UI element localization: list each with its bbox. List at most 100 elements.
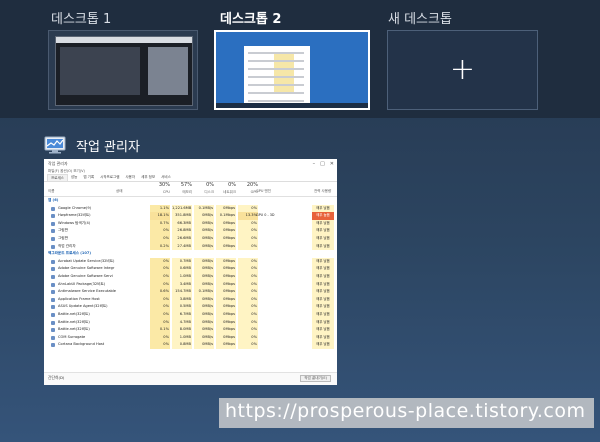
col-gpu-engine[interactable]: GPU 엔진	[256, 189, 271, 194]
cell-mem: 26.8MB	[172, 227, 192, 235]
tm-footer: 간단히(D) 작업 끝내기(E)	[44, 372, 337, 385]
tab-users[interactable]: 사용자	[122, 174, 138, 181]
col-network[interactable]: 0% 네트워크	[216, 182, 236, 195]
tab-services[interactable]: 서비스	[158, 174, 174, 181]
app-icon	[51, 320, 55, 325]
app-title: 작업 관리자	[76, 139, 140, 155]
cell-power: 매우 낮음	[312, 234, 334, 243]
process-name: Cortana Background Host	[58, 342, 105, 347]
process-group-header[interactable]: 앱 (6)	[44, 197, 337, 205]
cell-power: 매우 낮음	[312, 204, 334, 213]
cell-disk: 0MB/s	[194, 257, 214, 266]
cell-gpu: 0%	[238, 227, 258, 235]
tab-details[interactable]: 세부 정보	[138, 174, 158, 181]
table-row[interactable]: Cortana Background Host 0% 0.8MB 0MB/s 0Mbps…	[44, 341, 337, 349]
col-cpu[interactable]: 30% CPU	[150, 182, 170, 195]
table-row[interactable]: ASUS Update Agent(32비트) 0% 0.5MB 0MB/s 0Mbps…	[44, 303, 337, 311]
maximize-icon[interactable]: □	[320, 160, 325, 169]
plus-icon: +	[449, 52, 476, 87]
table-row[interactable]: 그림판 0% 26.8MB 0MB/s 0Mbps 0% 매우 낮음	[44, 227, 337, 235]
minimize-icon[interactable]: –	[313, 160, 316, 169]
table-row[interactable]: Windows 탐색기(4) 0.7% 66.3MB 0MB/s 0Mbps 0% 매우 낮…	[44, 219, 337, 228]
table-row[interactable]: Application Frame Host 0% 3.8MB 0MB/s 0Mbps 0…	[44, 295, 337, 304]
table-row[interactable]: Adobe Genuine Software Servi 0% 1.0MB 0MB/s…	[44, 272, 337, 281]
tab-processes[interactable]: 프로세스	[47, 174, 68, 181]
cell-gpu: 0%	[238, 341, 258, 349]
cell-power: 매우 낮음	[312, 227, 334, 235]
close-icon[interactable]: ✕	[330, 160, 334, 169]
cell-power: 매우 높음	[312, 212, 334, 220]
app-icon	[51, 259, 55, 264]
cell-cpu: 0.6%	[150, 288, 170, 296]
process-group-header[interactable]: 백그라운드 프로세스 (107)	[44, 250, 337, 258]
cell-disk: 0MB/s	[194, 318, 214, 327]
table-row[interactable]: 그림판 0% 26.6MB 0MB/s 0Mbps 0% 매우 낮음	[44, 234, 337, 243]
app-icon	[51, 343, 55, 348]
table-row[interactable]: COM Surrogate 0% 1.0MB 0MB/s 0Mbps 0% 매우 낮음	[44, 333, 337, 342]
app-icon	[51, 236, 55, 241]
tab-performance[interactable]: 성능	[68, 174, 80, 181]
cell-disk: 0MB/s	[194, 234, 214, 243]
cell-gpu: 0%	[238, 272, 258, 281]
cell-power: 매우 낮음	[312, 333, 334, 342]
cell-mem: 0.8MB	[172, 341, 192, 349]
cell-disk: 0.1MB/s	[194, 288, 214, 296]
cell-disk: 0MB/s	[194, 242, 214, 251]
desktop-1-label: 데스크톱 1	[51, 12, 112, 27]
cell-power: 매우 낮음	[312, 242, 334, 251]
process-name: Battle.net(32비트)	[58, 327, 90, 332]
cell-disk: 0MB/s	[194, 265, 214, 273]
process-list: 앱 (6) Google Chrome(9) 1.1% 1,221.6MB 0.1MB/…	[44, 197, 337, 349]
cell-mem: 66.3MB	[172, 219, 192, 228]
watermark-text: https://prosperous-place.tistory.com	[225, 400, 586, 422]
cell-mem: 26.6MB	[172, 234, 192, 243]
col-status[interactable]: 상태	[116, 189, 122, 194]
col-power[interactable]: 전력 사용량	[314, 189, 331, 194]
cell-gpu: 0%	[238, 295, 258, 304]
app-icon	[51, 244, 55, 249]
new-desktop-label: 새 데스크톱	[388, 12, 452, 27]
table-row[interactable]: Battle.net(32비트) 0% 6.7MB 0MB/s 0Mbps 0% 매우 낮음	[44, 310, 337, 319]
process-name: Battle.net(32비트)	[58, 311, 90, 316]
col-memory[interactable]: 57% 메모리	[172, 182, 192, 195]
cell-disk: 0MB/s	[194, 303, 214, 311]
app-icon	[51, 214, 55, 219]
cell-power: 매우 낮음	[312, 265, 334, 273]
table-row[interactable]: Google Chrome(9) 1.1% 1,221.6MB 0.1MB/s 0Mbp…	[44, 204, 337, 213]
table-row[interactable]: Battle.net(32비트) 0.1% 8.0MB 0MB/s 0Mbps 0% 매우 …	[44, 326, 337, 334]
app-icon	[51, 328, 55, 333]
cell-disk: 0MB/s	[194, 227, 214, 235]
table-row[interactable]: Antimalware Service Executable 0.6% 154.7M…	[44, 288, 337, 296]
table-row[interactable]: Adobe Genuine Software Integr 0% 0.6MB 0MB/…	[44, 265, 337, 273]
process-name: AhnLabUI Package(32비트)	[58, 281, 106, 286]
task-manager-window-preview[interactable]: 작업 관리자 – □ ✕ 파일(F) 옵션(O) 보기(V) 프로세스 성능 앱…	[44, 159, 337, 385]
cell-net: 0Mbps	[216, 257, 236, 266]
col-gpu[interactable]: 20% GPU	[238, 182, 258, 195]
col-name[interactable]: 이름	[48, 189, 54, 194]
desktop-2-thumbnail[interactable]	[214, 30, 370, 110]
cell-cpu: 0%	[150, 310, 170, 319]
window-caption: 작업 관리자	[44, 134, 140, 156]
app-icon	[51, 282, 55, 287]
tab-startup[interactable]: 시작프로그램	[97, 174, 122, 181]
table-row[interactable]: Hwpframe(32비트) 18.1% 351.8MB 0MB/s 0.1Mbps 13…	[44, 212, 337, 220]
end-task-button[interactable]: 작업 끝내기(E)	[300, 375, 331, 382]
table-row[interactable]: 작업 관리자 0.2% 27.4MB 0MB/s 0Mbps 0% 매우 낮음	[44, 242, 337, 251]
cell-net: 0Mbps	[216, 341, 236, 349]
table-row[interactable]: AhnLabUI Package(32비트) 0% 3.4MB 0MB/s 0Mbps 0…	[44, 280, 337, 289]
cell-cpu: 0%	[150, 341, 170, 349]
process-name: 작업 관리자	[58, 243, 76, 248]
fewer-details-button[interactable]: 간단히(D)	[48, 375, 64, 381]
tab-app-history[interactable]: 앱 기록	[80, 174, 97, 181]
col-disk[interactable]: 0% 디스크	[194, 182, 214, 195]
table-row[interactable]: Acrobat Update Service(32비트) 0% 0.7MB 0MB/s…	[44, 257, 337, 266]
cell-cpu: 0%	[150, 280, 170, 289]
table-row[interactable]: Battle.net(32비트) 0% 4.7MB 0MB/s 0Mbps 0% 매우 낮음	[44, 318, 337, 327]
cell-mem: 1.0MB	[172, 272, 192, 281]
process-name: Windows 탐색기(4)	[58, 220, 91, 225]
cell-net: 0Mbps	[216, 227, 236, 235]
new-desktop-button[interactable]: +	[387, 30, 538, 110]
cell-mem: 4.7MB	[172, 318, 192, 327]
desktop-1-thumbnail[interactable]	[48, 30, 198, 110]
process-name: Hwpframe(32비트)	[58, 213, 91, 218]
